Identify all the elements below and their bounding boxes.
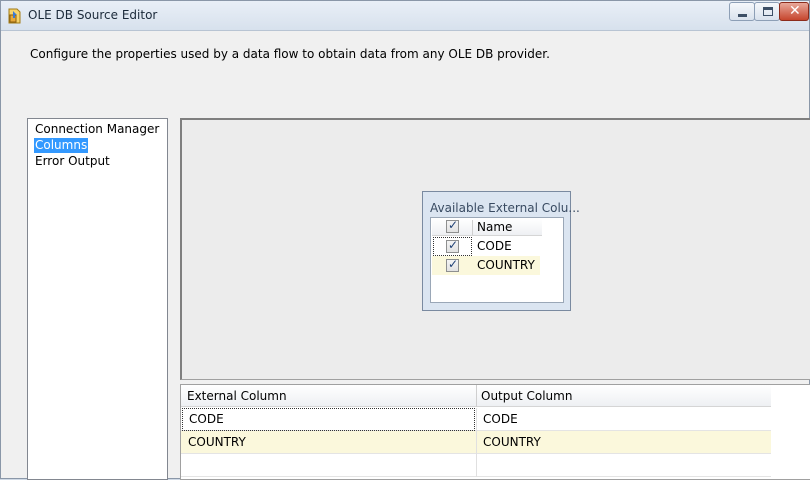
external-column-cell[interactable]: CODE — [182, 408, 475, 431]
grid-header: External Column Output Column — [181, 385, 771, 407]
nav-item-error-output[interactable]: Error Output — [34, 154, 111, 169]
output-column-header[interactable]: Output Column — [481, 389, 572, 403]
window-title: OLE DB Source Editor — [28, 8, 158, 22]
title-bar[interactable]: OLE DB Source Editor ✕ — [1, 1, 809, 31]
table-row[interactable]: CODE CODE — [181, 408, 771, 431]
output-column-cell[interactable]: COUNTRY — [477, 431, 771, 454]
available-external-columns-panel[interactable]: Available External Colu... ✓ Name ✓ CODE… — [422, 191, 580, 311]
editor-description: Configure the properties used by a data … — [30, 47, 550, 61]
list-item[interactable]: ✓ CODE — [432, 237, 540, 256]
cell-divider — [476, 454, 477, 477]
check-icon: ✓ — [448, 257, 459, 271]
close-button[interactable]: ✕ — [779, 2, 809, 21]
column-name: COUNTRY — [477, 258, 535, 272]
header-divider — [472, 220, 473, 235]
maximize-icon — [763, 7, 773, 16]
list-header: ✓ Name — [432, 218, 542, 236]
name-column-header[interactable]: Name — [477, 220, 512, 234]
table-row[interactable]: COUNTRY COUNTRY — [181, 431, 771, 454]
minimize-button[interactable] — [729, 2, 755, 21]
window-controls: ✕ — [729, 2, 809, 22]
column-checkbox[interactable]: ✓ — [446, 238, 459, 253]
list-item[interactable]: ✓ COUNTRY — [432, 256, 540, 275]
column-mapping-grid[interactable]: External Column Output Column CODE CODE … — [180, 384, 810, 480]
external-column-cell[interactable]: COUNTRY — [182, 431, 475, 454]
column-checkbox[interactable]: ✓ — [446, 257, 459, 272]
check-icon: ✓ — [448, 238, 459, 252]
close-icon: ✕ — [789, 3, 801, 19]
external-column-header[interactable]: External Column — [187, 389, 287, 403]
maximize-button[interactable] — [754, 2, 780, 21]
empty-table-row[interactable] — [181, 454, 771, 477]
output-column-cell[interactable]: CODE — [477, 408, 771, 431]
check-icon: ✓ — [448, 218, 459, 232]
available-columns-list[interactable]: ✓ Name ✓ CODE ✓ COUNTRY — [430, 217, 564, 303]
available-columns-title: Available External Colu... — [430, 201, 580, 215]
page-navigation-list[interactable]: Connection Manager Columns Error Output — [27, 118, 168, 480]
minimize-icon — [738, 14, 747, 17]
column-name: CODE — [477, 239, 512, 253]
header-divider — [476, 385, 477, 407]
nav-item-connection-manager[interactable]: Connection Manager — [34, 122, 160, 137]
ssis-source-icon — [8, 8, 21, 24]
ole-db-source-editor-window: OLE DB Source Editor ✕ Configure the pro… — [0, 0, 810, 480]
select-all-checkbox[interactable]: ✓ — [446, 218, 459, 233]
nav-item-columns[interactable]: Columns — [34, 138, 89, 153]
